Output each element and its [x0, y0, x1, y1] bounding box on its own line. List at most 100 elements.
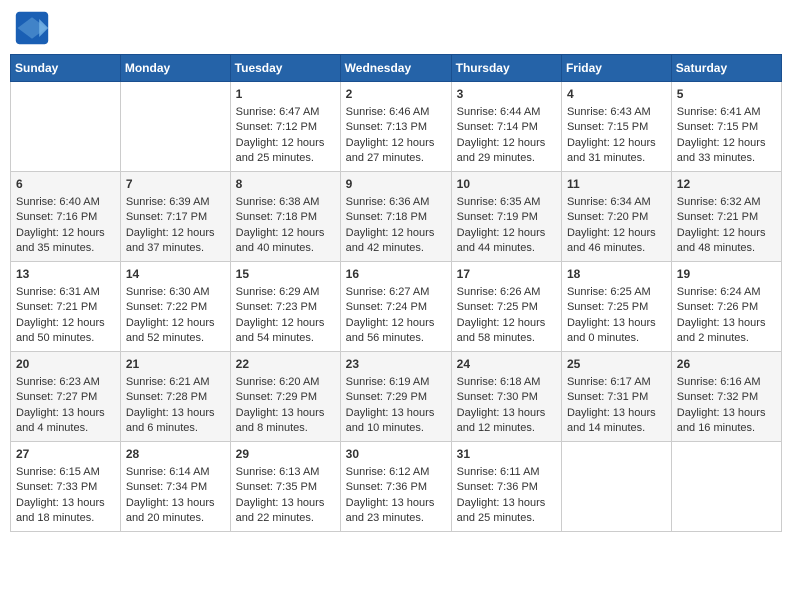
calendar-header-row: SundayMondayTuesdayWednesdayThursdayFrid…: [11, 55, 782, 82]
calendar-cell: 21 Sunrise: 6:21 AM Sunset: 7:28 PM Dayli…: [120, 352, 230, 442]
day-info: Sunrise: 6:20 AM Sunset: 7:29 PM Dayligh…: [236, 375, 335, 437]
calendar-cell: 25Sunrise: 6:17 AM Sunset: 7:31 PM Dayli…: [561, 352, 671, 442]
day-info: Sunrise: 6:34 AM Sunset: 7:20 PM Dayligh…: [567, 195, 666, 257]
calendar-cell: 7 Sunrise: 6:39 AM Sunset: 7:17 PM Daylig…: [120, 172, 230, 262]
logo: [14, 10, 54, 46]
day-number: 10: [457, 176, 556, 193]
calendar-cell: [120, 82, 230, 172]
day-number: 15: [236, 266, 335, 283]
day-info: Sunrise: 6:46 AM Sunset: 7:13 PM Dayligh…: [346, 105, 446, 167]
calendar-week-row: 13 Sunrise: 6:31 AM Sunset: 7:21 PM Dayli…: [11, 262, 782, 352]
day-info: Sunrise: 6:38 AM Sunset: 7:18 PM Dayligh…: [236, 195, 335, 257]
day-number: 5: [677, 86, 776, 103]
day-number: 8: [236, 176, 335, 193]
day-number: 7: [126, 176, 225, 193]
header-monday: Monday: [120, 55, 230, 82]
day-info: Sunrise: 6:29 AM Sunset: 7:23 PM Dayligh…: [236, 285, 335, 347]
day-number: 17: [457, 266, 556, 283]
calendar-week-row: 1Sunrise: 6:47 AM Sunset: 7:12 PM Daylig…: [11, 82, 782, 172]
calendar-cell: 17Sunrise: 6:26 AM Sunset: 7:25 PM Dayli…: [451, 262, 561, 352]
day-info: Sunrise: 6:41 AM Sunset: 7:15 PM Dayligh…: [677, 105, 776, 167]
day-info: Sunrise: 6:24 AM Sunset: 7:26 PM Dayligh…: [677, 285, 776, 347]
calendar-week-row: 20 Sunrise: 6:23 AM Sunset: 7:27 PM Dayli…: [11, 352, 782, 442]
calendar-cell: 4Sunrise: 6:43 AM Sunset: 7:15 PM Daylig…: [561, 82, 671, 172]
day-number: 3: [457, 86, 556, 103]
day-info: Sunrise: 6:25 AM Sunset: 7:25 PM Dayligh…: [567, 285, 666, 347]
day-number: 24: [457, 356, 556, 373]
day-number: 21: [126, 356, 225, 373]
calendar-week-row: 27Sunrise: 6:15 AM Sunset: 7:33 PM Dayli…: [11, 442, 782, 532]
day-info: Sunrise: 6:36 AM Sunset: 7:18 PM Dayligh…: [346, 195, 446, 257]
calendar-cell: 24 Sunrise: 6:18 AM Sunset: 7:30 PM Dayli…: [451, 352, 561, 442]
day-info: Sunrise: 6:39 AM Sunset: 7:17 PM Dayligh…: [126, 195, 225, 257]
day-info: Sunrise: 6:32 AM Sunset: 7:21 PM Dayligh…: [677, 195, 776, 257]
page-header: [10, 10, 782, 46]
day-info: Sunrise: 6:19 AM Sunset: 7:29 PM Dayligh…: [346, 375, 446, 437]
calendar-cell: 26 Sunrise: 6:16 AM Sunset: 7:32 PM Dayli…: [671, 352, 781, 442]
calendar-cell: 2 Sunrise: 6:46 AM Sunset: 7:13 PM Daylig…: [340, 82, 451, 172]
day-number: 28: [126, 446, 225, 463]
calendar-cell: 30Sunrise: 6:12 AM Sunset: 7:36 PM Dayli…: [340, 442, 451, 532]
day-number: 22: [236, 356, 335, 373]
day-info: Sunrise: 6:11 AM Sunset: 7:36 PM Dayligh…: [457, 465, 556, 527]
calendar-cell: 22 Sunrise: 6:20 AM Sunset: 7:29 PM Dayli…: [230, 352, 340, 442]
calendar-week-row: 6 Sunrise: 6:40 AM Sunset: 7:16 PM Daylig…: [11, 172, 782, 262]
calendar-cell: 9 Sunrise: 6:36 AM Sunset: 7:18 PM Daylig…: [340, 172, 451, 262]
day-info: Sunrise: 6:15 AM Sunset: 7:33 PM Dayligh…: [16, 465, 115, 527]
day-info: Sunrise: 6:35 AM Sunset: 7:19 PM Dayligh…: [457, 195, 556, 257]
day-number: 11: [567, 176, 666, 193]
day-info: Sunrise: 6:44 AM Sunset: 7:14 PM Dayligh…: [457, 105, 556, 167]
day-number: 6: [16, 176, 115, 193]
day-info: Sunrise: 6:13 AM Sunset: 7:35 PM Dayligh…: [236, 465, 335, 527]
calendar-cell: 18 Sunrise: 6:25 AM Sunset: 7:25 PM Dayli…: [561, 262, 671, 352]
day-info: Sunrise: 6:31 AM Sunset: 7:21 PM Dayligh…: [16, 285, 115, 347]
calendar-cell: 23 Sunrise: 6:19 AM Sunset: 7:29 PM Dayli…: [340, 352, 451, 442]
header-sunday: Sunday: [11, 55, 121, 82]
day-number: 23: [346, 356, 446, 373]
calendar-cell: 5 Sunrise: 6:41 AM Sunset: 7:15 PM Daylig…: [671, 82, 781, 172]
day-info: Sunrise: 6:12 AM Sunset: 7:36 PM Dayligh…: [346, 465, 446, 527]
calendar-cell: 13 Sunrise: 6:31 AM Sunset: 7:21 PM Dayli…: [11, 262, 121, 352]
day-number: 29: [236, 446, 335, 463]
day-info: Sunrise: 6:16 AM Sunset: 7:32 PM Dayligh…: [677, 375, 776, 437]
calendar-cell: 31 Sunrise: 6:11 AM Sunset: 7:36 PM Dayli…: [451, 442, 561, 532]
calendar-cell: 8 Sunrise: 6:38 AM Sunset: 7:18 PM Daylig…: [230, 172, 340, 262]
header-tuesday: Tuesday: [230, 55, 340, 82]
calendar-cell: 6 Sunrise: 6:40 AM Sunset: 7:16 PM Daylig…: [11, 172, 121, 262]
header-saturday: Saturday: [671, 55, 781, 82]
day-info: Sunrise: 6:40 AM Sunset: 7:16 PM Dayligh…: [16, 195, 115, 257]
header-friday: Friday: [561, 55, 671, 82]
day-number: 26: [677, 356, 776, 373]
header-wednesday: Wednesday: [340, 55, 451, 82]
calendar-cell: 1Sunrise: 6:47 AM Sunset: 7:12 PM Daylig…: [230, 82, 340, 172]
calendar-cell: 19 Sunrise: 6:24 AM Sunset: 7:26 PM Dayli…: [671, 262, 781, 352]
day-info: Sunrise: 6:27 AM Sunset: 7:24 PM Dayligh…: [346, 285, 446, 347]
day-number: 19: [677, 266, 776, 283]
day-number: 31: [457, 446, 556, 463]
day-number: 16: [346, 266, 446, 283]
day-number: 2: [346, 86, 446, 103]
day-info: Sunrise: 6:18 AM Sunset: 7:30 PM Dayligh…: [457, 375, 556, 437]
header-thursday: Thursday: [451, 55, 561, 82]
calendar-cell: 3 Sunrise: 6:44 AM Sunset: 7:14 PM Daylig…: [451, 82, 561, 172]
day-number: 20: [16, 356, 115, 373]
day-number: 13: [16, 266, 115, 283]
calendar-cell: 27Sunrise: 6:15 AM Sunset: 7:33 PM Dayli…: [11, 442, 121, 532]
day-info: Sunrise: 6:23 AM Sunset: 7:27 PM Dayligh…: [16, 375, 115, 437]
calendar-cell: 14 Sunrise: 6:30 AM Sunset: 7:22 PM Dayli…: [120, 262, 230, 352]
day-number: 9: [346, 176, 446, 193]
day-number: 25: [567, 356, 666, 373]
day-number: 18: [567, 266, 666, 283]
calendar-cell: 28Sunrise: 6:14 AM Sunset: 7:34 PM Dayli…: [120, 442, 230, 532]
day-info: Sunrise: 6:43 AM Sunset: 7:15 PM Dayligh…: [567, 105, 666, 167]
day-number: 14: [126, 266, 225, 283]
day-info: Sunrise: 6:21 AM Sunset: 7:28 PM Dayligh…: [126, 375, 225, 437]
day-number: 12: [677, 176, 776, 193]
logo-icon: [14, 10, 50, 46]
calendar-cell: 15 Sunrise: 6:29 AM Sunset: 7:23 PM Dayli…: [230, 262, 340, 352]
calendar-cell: [11, 82, 121, 172]
day-number: 1: [236, 86, 335, 103]
calendar-cell: [561, 442, 671, 532]
day-info: Sunrise: 6:30 AM Sunset: 7:22 PM Dayligh…: [126, 285, 225, 347]
calendar-cell: [671, 442, 781, 532]
